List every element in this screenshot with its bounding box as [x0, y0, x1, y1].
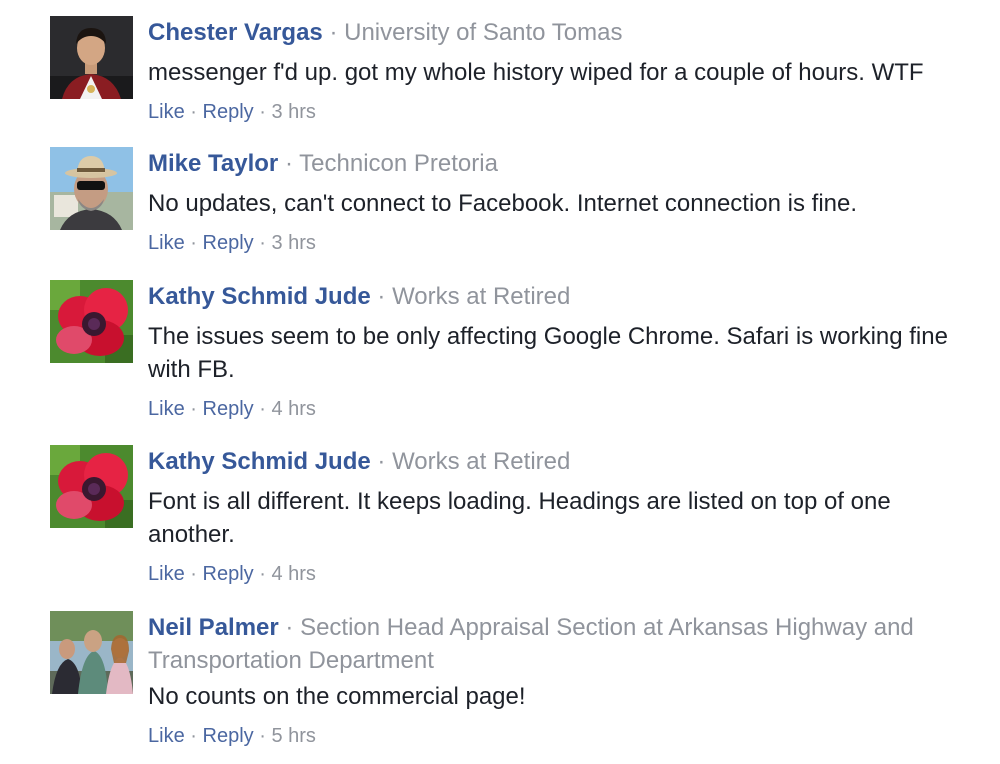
like-link[interactable]: Like — [148, 398, 185, 420]
like-link[interactable]: Like — [148, 101, 185, 123]
author-affiliation: University of Santo Tomas — [344, 19, 623, 46]
separator-dot: · — [259, 725, 266, 747]
reply-link[interactable]: Reply — [203, 725, 254, 747]
timestamp-link[interactable]: 4 hrs — [271, 398, 315, 420]
author-name-link[interactable]: Chester Vargas — [148, 19, 323, 46]
separator-dot: · — [329, 19, 338, 46]
comment-list: Chester Vargas · University of Santo Tom… — [0, 0, 1000, 764]
separator-dot: · — [190, 232, 197, 254]
comment-actions: Like · Reply · 4 hrs — [148, 396, 978, 422]
author-affiliation: Works at Retired — [392, 448, 571, 475]
comment-header: Kathy Schmid Jude · Works at Retired — [148, 280, 978, 313]
separator-dot: · — [190, 398, 197, 420]
comment-text: messenger f'd up. got my whole history w… — [148, 59, 924, 86]
timestamp-link[interactable]: 4 hrs — [271, 563, 315, 585]
comment-actions: Like · Reply · 4 hrs — [148, 561, 978, 587]
comment-actions: Like · Reply · 3 hrs — [148, 230, 978, 256]
comment-text: No updates, can't connect to Facebook. I… — [148, 190, 858, 217]
separator-dot: · — [190, 563, 197, 585]
separator-dot: · — [284, 150, 293, 177]
separator-dot: · — [377, 448, 386, 475]
comment-actions: Like · Reply · 5 hrs — [148, 723, 978, 749]
like-link[interactable]: Like — [148, 232, 185, 254]
avatar[interactable] — [50, 147, 133, 230]
separator-dot: · — [259, 232, 266, 254]
author-affiliation: Technicon Pretoria — [299, 150, 498, 177]
comment-body: Chester Vargas · University of Santo Tom… — [148, 16, 978, 125]
author-name-link[interactable]: Neil Palmer — [148, 614, 279, 641]
reply-link[interactable]: Reply — [203, 563, 254, 585]
separator-dot: · — [259, 101, 266, 123]
comment-actions: Like · Reply · 3 hrs — [148, 99, 978, 125]
comment-text: No counts on the commercial page! — [148, 683, 526, 710]
comment-text: Font is all different. It keeps loading.… — [148, 488, 891, 548]
comment-body: Kathy Schmid Jude · Works at Retired The… — [148, 280, 978, 422]
comment-header: Mike Taylor · Technicon Pretoria — [148, 147, 978, 180]
comment-text: The issues seem to be only affecting Goo… — [148, 323, 948, 383]
reply-link[interactable]: Reply — [203, 101, 254, 123]
like-link[interactable]: Like — [148, 725, 185, 747]
like-link[interactable]: Like — [148, 563, 185, 585]
reply-link[interactable]: Reply — [203, 398, 254, 420]
avatar[interactable] — [50, 611, 133, 694]
separator-dot: · — [190, 725, 197, 747]
separator-dot: · — [259, 398, 266, 420]
man-with-hat-portrait-icon — [50, 147, 133, 230]
reply-link[interactable]: Reply — [203, 232, 254, 254]
timestamp-link[interactable]: 5 hrs — [271, 725, 315, 747]
separator-dot: · — [190, 101, 197, 123]
comment-body: Neil Palmer · Section Head Appraisal Sec… — [148, 611, 978, 749]
author-affiliation: Works at Retired — [392, 283, 571, 310]
avatar[interactable] — [50, 445, 133, 528]
separator-dot: · — [259, 563, 266, 585]
timestamp-link[interactable]: 3 hrs — [271, 232, 315, 254]
comment-body: Kathy Schmid Jude · Works at Retired Fon… — [148, 445, 978, 587]
author-name-link[interactable]: Mike Taylor — [148, 150, 278, 177]
graduation-portrait-icon — [50, 16, 133, 99]
separator-dot: · — [377, 283, 386, 310]
comment-header: Kathy Schmid Jude · Works at Retired — [148, 445, 978, 478]
comment-body: Mike Taylor · Technicon Pretoria No upda… — [148, 147, 978, 256]
comment-header: Chester Vargas · University of Santo Tom… — [148, 16, 978, 49]
group-photo-icon — [50, 611, 133, 694]
author-name-link[interactable]: Kathy Schmid Jude — [148, 448, 371, 475]
comment-header: Neil Palmer · Section Head Appraisal Sec… — [148, 611, 978, 677]
red-poppy-flower-icon — [50, 280, 133, 363]
avatar[interactable] — [50, 280, 133, 363]
timestamp-link[interactable]: 3 hrs — [271, 101, 315, 123]
separator-dot: · — [285, 614, 294, 641]
author-name-link[interactable]: Kathy Schmid Jude — [148, 283, 371, 310]
avatar[interactable] — [50, 16, 133, 99]
red-poppy-flower-icon — [50, 445, 133, 528]
